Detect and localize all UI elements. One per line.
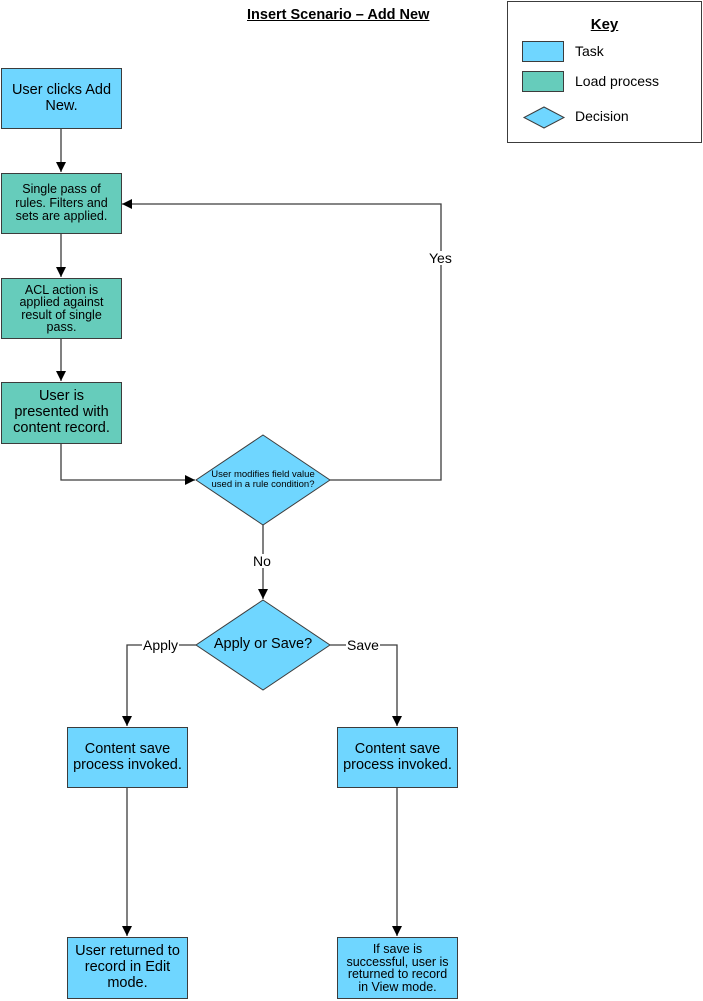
legend-load-label: Load process: [575, 73, 660, 89]
node-save-process-right: Content save process invoked.: [337, 727, 458, 788]
legend-task-label: Task: [575, 43, 604, 59]
node-single-pass: Single pass of rules. Filters and sets a…: [1, 173, 122, 234]
legend-decision-swatch: [522, 106, 566, 129]
legend-task-swatch: [522, 41, 564, 62]
connector-layer: [56, 128, 442, 936]
edge-yes-loop: [122, 199, 442, 481]
node-save-process-left: Content save process invoked.: [67, 727, 188, 788]
legend-decision-label: Decision: [575, 108, 629, 124]
edge-label-no: No: [252, 553, 272, 569]
node-view-mode: If save is successful, user is returned …: [337, 937, 458, 999]
edge-apply: [122, 644, 196, 726]
edge-save: [330, 644, 402, 726]
node-user-clicks-add-new: User clicks Add New.: [1, 68, 122, 129]
edge-label-apply: Apply: [142, 637, 180, 653]
legend-load-swatch: [522, 71, 564, 92]
legend-title: Key: [590, 16, 619, 33]
legend: Key Task Load process Decision: [507, 1, 702, 143]
node-edit-mode: User returned to record in Edit mode.: [67, 937, 188, 999]
edge-label-save: Save: [346, 637, 380, 653]
diagram-title: Insert Scenario – Add New: [247, 7, 430, 23]
edge-label-yes: Yes: [428, 250, 453, 266]
node-user-presented: User is presented with content record.: [1, 382, 122, 444]
node-acl-action: ACL action is applied against result of …: [1, 278, 122, 339]
decision-modifies-text: User modifies field value used in a rule…: [211, 469, 315, 490]
decision-apply-or-save-text: Apply or Save?: [213, 636, 313, 653]
edge-presented-to-decision: [60, 443, 195, 485]
